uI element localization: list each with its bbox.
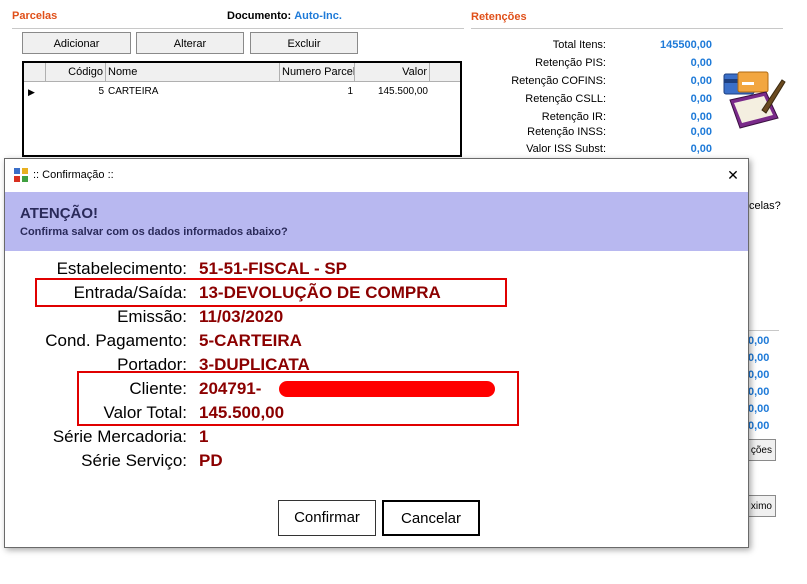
dialog-titlebar[interactable]: :: Confirmação :: ✕ xyxy=(5,159,748,191)
cancelar-button[interactable]: Cancelar xyxy=(382,500,480,536)
cond-pagamento-label: Cond. Pagamento: xyxy=(45,331,187,350)
estabelecimento-label: Estabelecimento: xyxy=(56,259,187,278)
row-selector-icon: ▶ xyxy=(28,87,35,97)
retencoes-divider xyxy=(471,28,783,29)
serie-servico-value: PD xyxy=(199,451,223,470)
emissao-label: Emissão: xyxy=(117,307,187,326)
retencao-pis-label: Retenção PIS: xyxy=(535,57,606,69)
parcelas-question-partial: celas? xyxy=(749,200,781,212)
bg-value-1: 0,00 xyxy=(748,335,770,347)
documento-field: Documento: Auto-Inc. xyxy=(227,10,342,22)
cell-valor: 145.500,00 xyxy=(377,86,428,97)
grid-header: Código Nome Numero Parcel Valor xyxy=(24,63,460,82)
bg-value-2: 0,00 xyxy=(748,352,770,364)
valor-iss-label: Valor ISS Subst: xyxy=(526,143,606,155)
alterar-button[interactable]: Alterar xyxy=(136,32,244,54)
bg-value-3: 0,00 xyxy=(748,369,770,381)
retencao-pis-value: 0,00 xyxy=(690,57,712,69)
retencao-ir-label: Retenção IR: xyxy=(541,111,606,123)
serie-mercadoria-label: Série Mercadoria: xyxy=(52,427,187,446)
highlight-box-cliente-valor xyxy=(77,371,519,426)
total-itens-label: Total Itens: xyxy=(552,39,606,51)
cell-codigo: 5 xyxy=(98,86,104,97)
confirmar-button[interactable]: Confirmar xyxy=(278,500,376,536)
retencao-cofins-label: Retenção COFINS: xyxy=(511,75,606,87)
serie-servico-label: Série Serviço: xyxy=(81,451,187,470)
documento-label: Documento: xyxy=(227,10,292,22)
retencoes-title: Retenções xyxy=(471,11,527,23)
bg-value-5: 0,00 xyxy=(748,403,770,415)
excluir-button[interactable]: Excluir xyxy=(250,32,358,54)
retencao-csll-value: 0,00 xyxy=(690,93,712,105)
serie-mercadoria-value: 1 xyxy=(199,427,209,446)
documento-value: Auto-Inc. xyxy=(294,10,342,22)
confirmation-dialog: :: Confirmação :: ✕ ATENÇÃO! Confirma sa… xyxy=(4,158,749,548)
retencao-ir-value: 0,00 xyxy=(690,111,712,123)
col-codigo[interactable]: Código xyxy=(46,63,106,81)
cell-numero: 1 xyxy=(347,86,353,97)
retencao-inss-value: 0,00 xyxy=(690,126,712,138)
grid-corner xyxy=(24,63,46,81)
cell-nome: CARTEIRA xyxy=(108,86,159,97)
retencao-cofins-value: 0,00 xyxy=(690,75,712,87)
bg-value-6: 0,00 xyxy=(748,420,770,432)
parcelas-divider xyxy=(12,28,464,29)
dialog-subheading: Confirma salvar com os dados informados … xyxy=(20,226,288,238)
payment-cards-icon xyxy=(723,71,786,129)
col-nome[interactable]: Nome xyxy=(106,63,280,81)
bg-divider xyxy=(749,330,779,331)
retencao-csll-label: Retenção CSLL: xyxy=(525,93,606,105)
dialog-title: :: Confirmação :: xyxy=(33,169,114,181)
dialog-banner: ATENÇÃO! Confirma salvar com os dados in… xyxy=(5,192,748,251)
app-icon xyxy=(14,168,28,182)
estabelecimento-value: 51-51-FISCAL - SP xyxy=(199,259,348,278)
close-icon[interactable]: ✕ xyxy=(717,164,749,186)
parcelas-title: Parcelas xyxy=(12,10,58,22)
valor-iss-value: 0,00 xyxy=(690,143,712,155)
cond-pagamento-value: 5-CARTEIRA xyxy=(199,331,302,350)
highlight-box-entrada-saida xyxy=(35,278,507,307)
total-itens-value: 145500,00 xyxy=(660,39,712,51)
dialog-heading: ATENÇÃO! xyxy=(20,205,99,222)
retencao-inss-label: Retenção INSS: xyxy=(527,126,606,138)
parcelas-grid[interactable]: Código Nome Numero Parcel Valor ▶ 5 CART… xyxy=(22,61,462,157)
col-valor[interactable]: Valor xyxy=(355,63,430,81)
adicionar-button[interactable]: Adicionar xyxy=(22,32,131,54)
emissao-value: 11/03/2020 xyxy=(199,307,284,326)
bg-value-4: 0,00 xyxy=(748,386,770,398)
col-numero-parcela[interactable]: Numero Parcel xyxy=(280,63,355,81)
